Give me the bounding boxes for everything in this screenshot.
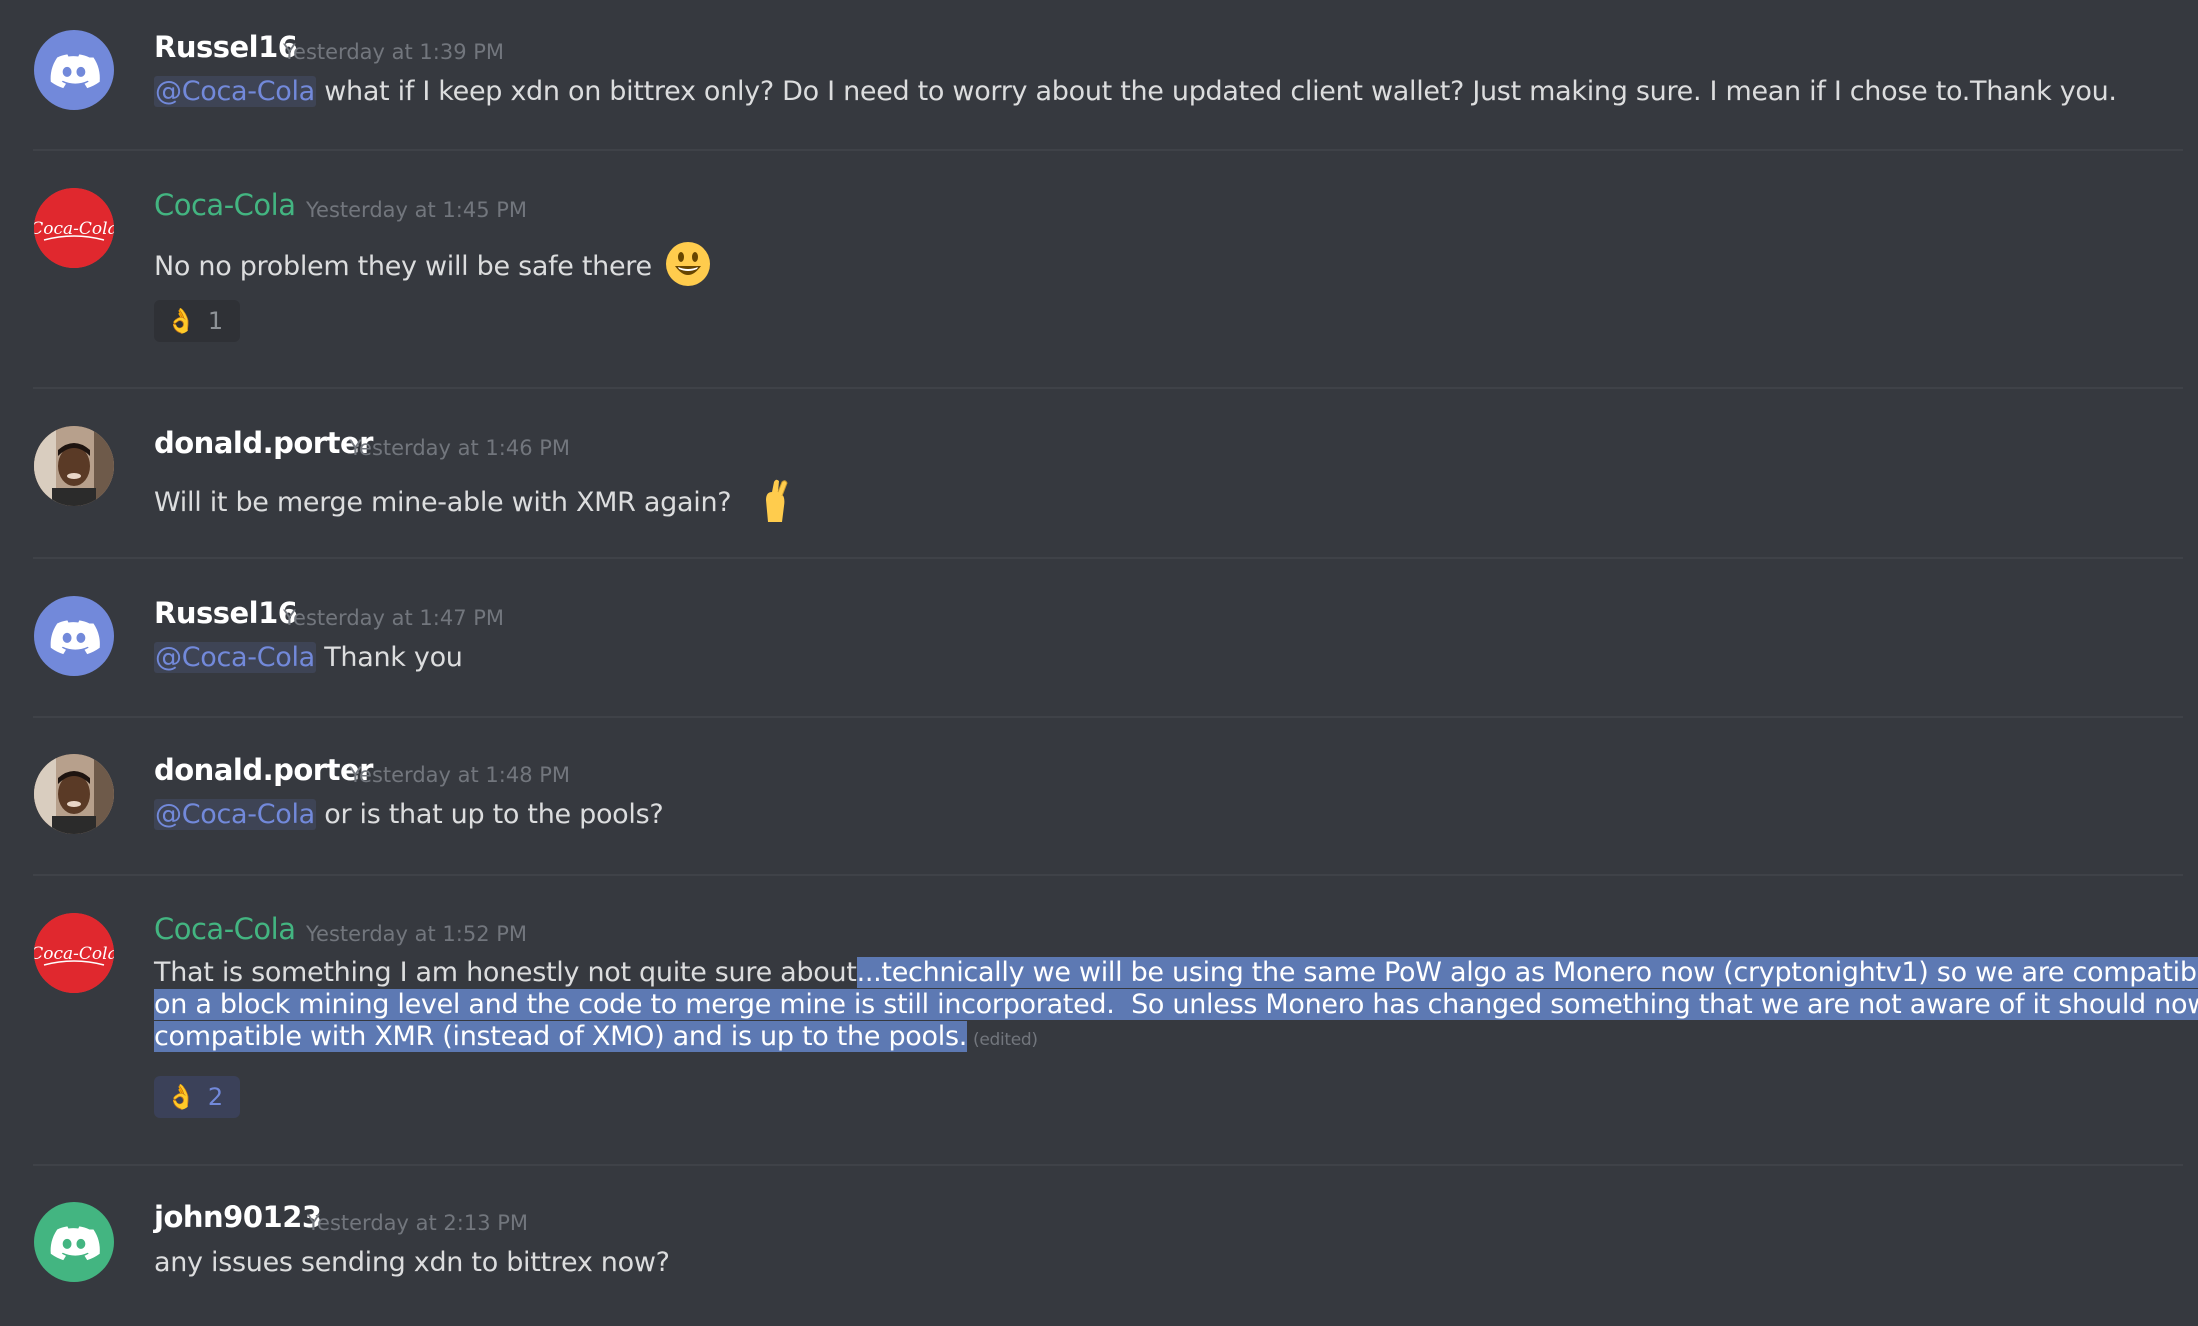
message-timestamp: Yesterday at 1:46 PM [349, 436, 571, 460]
message-content: @Coca-Cola or is that up to the pools? [154, 799, 664, 830]
user-avatar[interactable]: Coca-Cola [34, 188, 114, 268]
message-text: any issues sending xdn to bittrex now? [154, 1247, 670, 1278]
ok-hand-emoji-icon: 👌 [166, 307, 196, 335]
message-text: Will it be merge mine-able with XMR agai… [154, 487, 732, 518]
username[interactable]: Coca-Cola [154, 188, 296, 222]
user-mention[interactable]: @Coca-Cola [154, 799, 316, 830]
message-timestamp: Yesterday at 1:52 PM [306, 922, 528, 946]
reaction-button[interactable]: 👌 2 [154, 1076, 240, 1118]
user-avatar[interactable] [34, 426, 114, 506]
discord-logo-icon [34, 30, 114, 110]
selected-text: compatible with XMR (instead of XMO) and… [154, 1021, 967, 1052]
coca-cola-logo-icon: Coca-Cola [34, 913, 114, 993]
coca-cola-logo-icon: Coca-Cola [34, 188, 114, 268]
user-avatar[interactable] [34, 1202, 114, 1282]
message-item: donald.porter Yesterday at 1:46 PM Will … [0, 388, 2198, 558]
smiley-emoji-icon [664, 240, 712, 295]
user-avatar[interactable] [34, 30, 114, 110]
username[interactable]: Russel16 [154, 596, 298, 630]
username[interactable]: Russel16 [154, 30, 298, 64]
username[interactable]: donald.porter [154, 426, 373, 460]
message-timestamp: Yesterday at 1:39 PM [283, 40, 505, 64]
reaction-count: 2 [207, 1083, 224, 1111]
reaction-count: 1 [207, 307, 224, 335]
message-text: Thank you [315, 642, 463, 673]
message-text: No no problem they will be safe there [154, 251, 652, 282]
message-item: john90123 Yesterday at 2:13 PM any issue… [0, 1165, 2198, 1326]
message-content: @Coca-Cola Thank you [154, 642, 463, 673]
user-mention[interactable]: @Coca-Cola [154, 642, 316, 673]
discord-logo-icon [34, 596, 114, 676]
message-content: That is something I am honestly not quit… [154, 957, 2198, 1056]
username[interactable]: Coca-Cola [154, 912, 296, 946]
username[interactable]: john90123 [154, 1200, 322, 1234]
user-photo-avatar [34, 426, 114, 506]
user-avatar[interactable] [34, 754, 114, 834]
message-item: Coca-Cola Coca-Cola Yesterday at 1:45 PM… [0, 150, 2198, 388]
reaction-button[interactable]: 👌 1 [154, 300, 240, 342]
message-timestamp: Yesterday at 1:48 PM [349, 763, 571, 787]
message-item: Russel16 Yesterday at 1:47 PM @Coca-Cola… [0, 558, 2198, 716]
edited-indicator: (edited) [973, 1030, 1038, 1050]
message-item: Coca-Cola Coca-Cola Yesterday at 1:52 PM… [0, 875, 2198, 1165]
message-content: @Coca-Cola what if I keep xdn on bittrex… [154, 76, 2117, 107]
message-text: or is that up to the pools? [315, 799, 664, 830]
crossed-fingers-emoji-icon [756, 478, 792, 529]
username[interactable]: donald.porter [154, 753, 373, 787]
user-avatar[interactable]: Coca-Cola [34, 913, 114, 993]
ok-hand-emoji-icon: 👌 [166, 1083, 196, 1111]
message-content: any issues sending xdn to bittrex now? [154, 1247, 670, 1278]
message-timestamp: Yesterday at 1:47 PM [283, 606, 505, 630]
message-content: No no problem they will be safe there [154, 240, 712, 295]
discord-logo-icon [34, 1202, 114, 1282]
user-mention[interactable]: @Coca-Cola [154, 76, 316, 107]
selected-text: ...technically we will be using the same… [856, 957, 2198, 988]
user-photo-avatar [34, 754, 114, 834]
message-text: That is something I am honestly not quit… [154, 957, 857, 988]
message-item: Russel16 Yesterday at 1:39 PM @Coca-Cola… [0, 0, 2198, 150]
user-avatar[interactable] [34, 596, 114, 676]
message-text: what if I keep xdn on bittrex only? Do I… [315, 76, 2117, 107]
message-timestamp: Yesterday at 1:45 PM [306, 198, 528, 222]
message-item: donald.porter Yesterday at 1:48 PM @Coca… [0, 717, 2198, 875]
selected-text: on a block mining level and the code to … [154, 989, 2198, 1020]
message-content: Will it be merge mine-able with XMR agai… [154, 478, 792, 529]
message-timestamp: Yesterday at 2:13 PM [307, 1211, 529, 1235]
